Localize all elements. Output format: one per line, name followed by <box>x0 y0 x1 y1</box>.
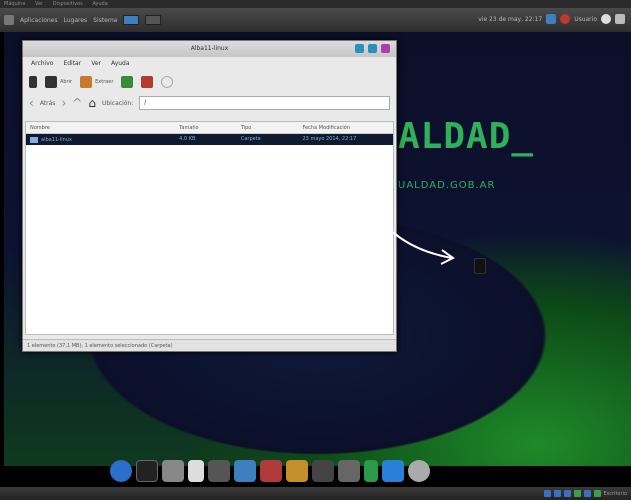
tray-shared-icon[interactable] <box>593 490 601 497</box>
file-list[interactable]: Nombre Tamaño Tipo Fecha Modificación al… <box>25 121 394 335</box>
location-input[interactable]: / <box>139 96 390 110</box>
chat-icon[interactable] <box>260 460 282 482</box>
home-icon[interactable]: ⌂ <box>88 97 96 109</box>
network-icon[interactable] <box>546 14 557 24</box>
wallpaper-brand-url: UALDAD.GOB.AR <box>398 180 496 191</box>
bottom-panel: Escritorio <box>0 487 631 500</box>
distro-logo-icon[interactable] <box>4 15 14 25</box>
settings-icon[interactable] <box>364 460 378 482</box>
tray-audio-icon[interactable] <box>583 490 591 497</box>
location-bar: ‹ Atrás › ^ ⌂ Ubicación: / <box>23 93 396 113</box>
add-files-icon[interactable] <box>121 76 134 88</box>
open-label: Abrir <box>60 79 73 85</box>
system-tray: Escritorio <box>543 490 627 497</box>
menu-view[interactable]: Ver <box>91 60 101 68</box>
open-button[interactable]: Abrir <box>45 76 72 88</box>
speech-bubble-icon[interactable] <box>312 460 334 482</box>
menu-edit[interactable]: Editar <box>63 60 81 68</box>
network-manager-icon[interactable] <box>338 460 360 482</box>
document-icon[interactable] <box>188 460 204 482</box>
add-folder-icon[interactable] <box>141 76 154 88</box>
clock[interactable]: vie 23 de may, 22:17 <box>478 16 542 23</box>
close-icon[interactable] <box>381 44 390 53</box>
file-manager-window: Alba11-linux Archivo Editar Ver Ayuda Ab… <box>22 40 397 352</box>
host-menu-machine[interactable]: Máquina <box>4 1 25 7</box>
column-name[interactable]: Nombre <box>26 122 175 133</box>
extract-icon <box>80 76 93 88</box>
window-titlebar[interactable]: Alba11-linux <box>23 41 396 57</box>
tray-network-icon[interactable] <box>573 490 581 497</box>
toolbar: Abrir Extraer <box>23 71 396 93</box>
window-menubar: Archivo Editar Ver Ayuda <box>23 57 396 71</box>
extract-label: Extraer <box>95 79 114 85</box>
maximize-icon[interactable] <box>368 44 377 53</box>
window-title: Alba11-linux <box>190 45 229 52</box>
host-menu-view[interactable]: Ver <box>35 1 43 7</box>
host-menu-devices[interactable]: Dispositivos <box>53 1 83 7</box>
minimize-icon[interactable] <box>355 44 364 53</box>
table-row[interactable]: alba11-linux 4,0 KB Carpeta 23 mayo 2014… <box>26 134 393 145</box>
column-type[interactable]: Tipo <box>237 122 299 133</box>
power-icon[interactable] <box>560 14 571 24</box>
extract-button[interactable]: Extraer <box>80 76 113 88</box>
file-type: Carpeta <box>240 136 261 142</box>
stop-icon[interactable] <box>161 76 174 88</box>
tray-disk-icon[interactable] <box>543 490 551 497</box>
vm-host-menubar: Máquina Ver Dispositivos Ayuda <box>0 0 631 8</box>
clock-app-icon[interactable] <box>408 460 430 482</box>
status-bar: 1 elemento (37,1 MB), 1 elemento selecci… <box>23 339 396 351</box>
open-folder-icon <box>45 76 57 88</box>
forward-arrow-icon[interactable]: › <box>61 97 66 109</box>
column-headers: Nombre Tamaño Tipo Fecha Modificación <box>26 122 393 134</box>
shield-icon[interactable] <box>110 460 132 482</box>
column-size[interactable]: Tamaño <box>175 122 237 133</box>
username[interactable]: Usuario <box>574 16 597 23</box>
tray-display-icon[interactable] <box>563 490 571 497</box>
launcher-terminal-icon[interactable] <box>123 15 140 25</box>
package-icon[interactable] <box>286 460 308 482</box>
up-arrow-icon[interactable]: ^ <box>72 97 82 109</box>
host-menu-help[interactable]: Ayuda <box>92 1 107 7</box>
monitor-icon[interactable] <box>382 460 404 482</box>
dock <box>110 448 430 482</box>
new-archive-icon[interactable] <box>29 76 37 88</box>
puzzle-icon[interactable] <box>208 460 230 482</box>
workspace-label[interactable]: Escritorio <box>604 491 627 497</box>
terminal-icon[interactable] <box>136 460 158 482</box>
menu-applications[interactable]: Aplicaciones <box>20 17 57 24</box>
tools-icon[interactable] <box>234 460 256 482</box>
tray-usb-icon[interactable] <box>553 490 561 497</box>
back-arrow-icon[interactable]: ‹ <box>29 97 34 109</box>
file-modified: 23 mayo 2014, 22:17 <box>302 136 357 142</box>
menu-help[interactable]: Ayuda <box>111 60 130 68</box>
camera-icon[interactable] <box>162 460 184 482</box>
back-label[interactable]: Atrás <box>40 100 56 107</box>
volume-icon[interactable] <box>615 14 625 24</box>
launcher-files-icon[interactable] <box>145 15 162 25</box>
location-label: Ubicación: <box>101 99 134 107</box>
folder-icon <box>30 136 38 143</box>
dragged-item-icon[interactable] <box>474 258 486 274</box>
file-size: 4,0 KB <box>179 136 196 142</box>
menu-places[interactable]: Lugares <box>63 17 87 24</box>
file-name: alba11-linux <box>41 136 72 143</box>
top-panel: Aplicaciones Lugares Sistema vie 23 de m… <box>0 8 631 32</box>
column-modified[interactable]: Fecha Modificación <box>299 122 393 133</box>
wallpaper-brand-text: ALDAD_ <box>398 116 535 157</box>
menu-system[interactable]: Sistema <box>93 17 117 24</box>
menu-file[interactable]: Archivo <box>31 60 53 68</box>
shutdown-icon[interactable] <box>601 14 611 24</box>
